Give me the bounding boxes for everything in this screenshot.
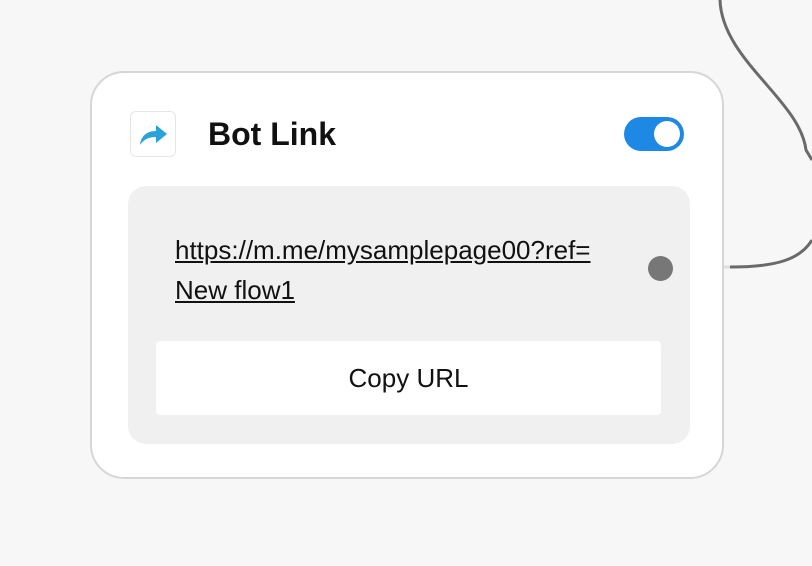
toggle-knob <box>654 121 680 147</box>
incoming-connector <box>718 0 812 161</box>
copy-url-button[interactable]: Copy URL <box>156 341 661 415</box>
bot-link-node[interactable]: Bot Link https://m.me/mysamplepage00?ref… <box>90 71 724 479</box>
node-title: Bot Link <box>208 116 336 152</box>
share-arrow-icon <box>130 111 176 157</box>
bot-url-link[interactable]: https://m.me/mysamplepage00?ref=New flow… <box>175 230 595 310</box>
enable-toggle[interactable] <box>624 117 684 151</box>
flow-canvas: Bot Link https://m.me/mysamplepage00?ref… <box>0 0 812 566</box>
outgoing-connector <box>729 239 812 269</box>
output-port[interactable] <box>648 256 673 281</box>
node-header: Bot Link <box>130 109 684 161</box>
content-panel: https://m.me/mysamplepage00?ref=New flow… <box>128 186 690 444</box>
